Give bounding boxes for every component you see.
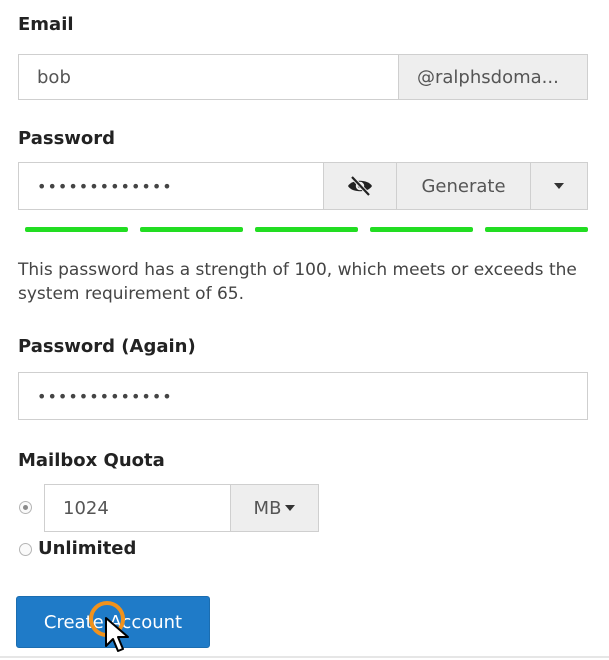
eye-slash-icon bbox=[348, 175, 372, 197]
create-email-form: Email bob @ralphsdoma... Password ••••••… bbox=[0, 0, 609, 660]
password-label: Password bbox=[18, 128, 116, 149]
strength-segment bbox=[140, 227, 243, 232]
caret-down-icon bbox=[554, 183, 564, 189]
quota-unit-label: MB bbox=[253, 497, 282, 519]
generate-password-button[interactable]: Generate bbox=[396, 162, 531, 210]
divider bbox=[0, 656, 609, 658]
email-domain-addon[interactable]: @ralphsdoma... bbox=[398, 54, 588, 100]
password-strength-help: This password has a strength of 100, whi… bbox=[18, 260, 577, 304]
toggle-visibility-button[interactable] bbox=[323, 162, 397, 210]
password-again-label: Password (Again) bbox=[18, 336, 196, 357]
generate-label: Generate bbox=[421, 175, 506, 197]
password-masked-value: ••••••••••••• bbox=[37, 176, 173, 196]
caret-down-icon bbox=[285, 505, 296, 511]
quota-unlimited-radio[interactable] bbox=[19, 543, 32, 556]
email-domain-text: @ralphsdoma... bbox=[417, 66, 559, 88]
quota-unlimited-label[interactable]: Unlimited bbox=[38, 538, 136, 559]
password-again-masked-value: ••••••••••••• bbox=[37, 386, 173, 406]
quota-value: 1024 bbox=[63, 497, 109, 519]
strength-segment bbox=[485, 227, 588, 232]
email-label: Email bbox=[18, 14, 74, 35]
mailbox-quota-label: Mailbox Quota bbox=[18, 450, 165, 471]
email-username-value: bob bbox=[37, 66, 71, 88]
generate-options-dropdown[interactable] bbox=[530, 162, 588, 210]
mouse-pointer-icon bbox=[105, 617, 129, 652]
strength-segment bbox=[255, 227, 358, 232]
quota-input[interactable]: 1024 bbox=[44, 484, 231, 532]
email-username-input[interactable]: bob bbox=[18, 54, 399, 100]
quota-unit-dropdown[interactable]: MB bbox=[230, 484, 319, 532]
quota-value-radio[interactable] bbox=[19, 501, 32, 514]
password-input[interactable]: ••••••••••••• bbox=[18, 162, 324, 210]
strength-segment bbox=[370, 227, 473, 232]
password-again-input[interactable]: ••••••••••••• bbox=[18, 372, 588, 420]
strength-segment bbox=[25, 227, 128, 232]
